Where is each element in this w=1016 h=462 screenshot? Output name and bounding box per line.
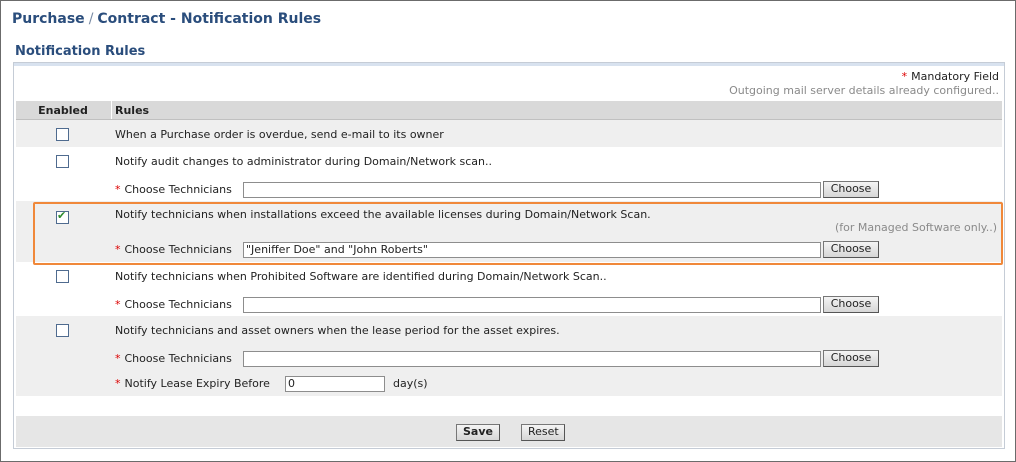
field-label-text: Notify Lease Expiry Before [124,377,270,390]
mail-config-note: Outgoing mail server details already con… [729,84,999,97]
lease-expiry-label: * Notify Lease Expiry Before [115,377,270,390]
breadcrumb: Purchase / Contract - Notification Rules [12,11,321,27]
field-label-text: Choose Technicians [124,352,232,365]
lease-expiry-days-input[interactable]: 0 [285,376,385,392]
rule-row-po-overdue: When a Purchase order is overdue, send e… [16,120,1002,147]
reset-button[interactable]: Reset [521,424,565,441]
required-star: * [901,70,908,83]
technicians-input[interactable] [243,351,821,367]
rule-checkbox-prohibited-software[interactable] [56,270,69,283]
panel-top-bar [14,63,1004,66]
rule-row-audit-changes: Notify audit changes to administrator du… [16,147,1002,201]
rule-text: Notify technicians when Prohibited Softw… [115,270,607,283]
choose-button[interactable]: Choose [823,296,879,313]
breadcrumb-current: Contract - Notification Rules [97,11,322,27]
mandatory-legend: * Mandatory Field [902,70,999,83]
required-star: * [115,377,121,390]
header-enabled: Enabled [38,104,88,117]
rule-text: Notify technicians and asset owners when… [115,324,560,337]
breadcrumb-purchase[interactable]: Purchase [12,11,85,27]
required-star: * [115,183,121,196]
rule-row-lease-expiry: Notify technicians and asset owners when… [16,316,1002,396]
form-actions: Save Reset [16,416,1002,447]
rule-text: Notify audit changes to administrator du… [115,155,492,168]
choose-button[interactable]: Choose [823,350,879,367]
choose-technicians-label: * Choose Technicians [115,183,232,196]
rule-text: When a Purchase order is overdue, send e… [115,128,444,141]
choose-technicians-label: * Choose Technicians [115,352,232,365]
required-star: * [115,298,121,311]
rule-checkbox-audit-changes[interactable] [56,155,69,168]
header-divider [111,101,112,119]
rule-row-prohibited-software: Notify technicians when Prohibited Softw… [16,262,1002,316]
choose-button[interactable]: Choose [823,181,879,198]
rule-checkbox-po-overdue[interactable] [56,128,69,141]
breadcrumb-separator: / [88,11,94,27]
rule-checkbox-lease-expiry[interactable] [56,324,69,337]
required-star: * [115,352,121,365]
header-rules: Rules [115,104,150,117]
days-unit-label: day(s) [393,377,428,390]
choose-technicians-label: * Choose Technicians [115,298,232,311]
section-title: Notification Rules [15,44,146,59]
field-label-text: Choose Technicians [124,183,232,196]
table-header: Enabled Rules [16,101,1002,120]
mandatory-label: Mandatory Field [911,70,999,83]
highlight-box [33,202,1003,265]
field-label-text: Choose Technicians [124,298,232,311]
technicians-input[interactable] [243,182,821,198]
technicians-input[interactable] [243,297,821,313]
save-button[interactable]: Save [456,424,500,441]
